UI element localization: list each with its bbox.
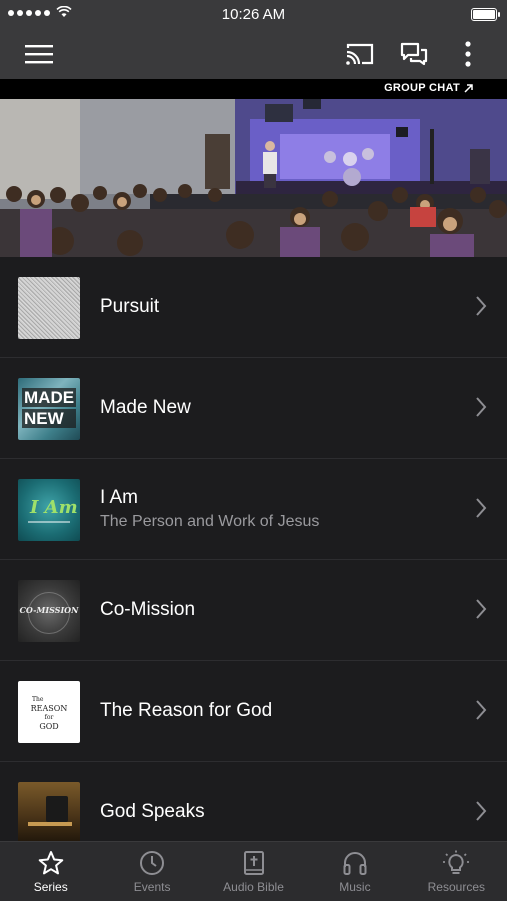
bottom-tab-bar: Series Events Audio Bible Music Resource… [0, 841, 507, 901]
status-time: 10:26 AM [221, 5, 286, 23]
tab-series[interactable]: Series [0, 842, 101, 901]
chevron-right-icon [476, 498, 487, 518]
series-thumbnail: I Am [18, 479, 80, 541]
wifi-icon [56, 6, 72, 17]
tab-label: Music [339, 880, 371, 894]
arrow-up-right-icon [464, 83, 473, 93]
tab-audio-bible[interactable]: Audio Bible [203, 842, 304, 901]
tab-label: Audio Bible [223, 880, 284, 894]
menu-button[interactable] [19, 34, 59, 74]
status-bar: 10:26 AM [0, 0, 507, 28]
series-thumbnail: CO-MISSION [18, 580, 80, 642]
tab-label: Events [133, 880, 171, 894]
thumb-text-line: CO-MISSION [19, 605, 79, 615]
clock-icon [140, 851, 165, 875]
tab-events[interactable]: Events [101, 842, 202, 901]
group-chat-label: GROUP CHAT [384, 82, 460, 94]
chevron-right-icon [476, 296, 487, 316]
tab-resources[interactable]: Resources [406, 842, 507, 901]
thumb-text-line: I Am [30, 497, 78, 518]
series-title: Made New [100, 397, 191, 418]
chevron-right-icon [476, 801, 487, 821]
series-row-reason-for-god[interactable]: The REASON for GOD The Reason for God [0, 661, 507, 762]
series-row-made-new[interactable]: MADE NEW Made New [0, 358, 507, 459]
series-title: Co-Mission [100, 599, 196, 620]
series-row-pursuit[interactable]: Pursuit [0, 257, 507, 358]
group-chat-bar: GROUP CHAT [0, 79, 507, 99]
thumb-text-line: for [44, 714, 54, 721]
group-chat-link[interactable]: GROUP CHAT [384, 82, 473, 94]
star-icon [38, 851, 64, 875]
thumb-text-line: NEW [22, 409, 77, 428]
chat-bubbles-icon [400, 42, 428, 66]
top-nav-bar [0, 28, 507, 79]
cast-icon [346, 43, 374, 65]
tab-music[interactable]: Music [304, 842, 405, 901]
series-thumbnail: The REASON for GOD [18, 681, 80, 743]
bible-icon [243, 851, 264, 875]
series-title: Pursuit [100, 296, 160, 317]
battery-icon [471, 8, 500, 21]
series-thumbnail [18, 277, 80, 339]
thumb-text-line: The [32, 696, 44, 703]
worship-service-image [0, 99, 507, 257]
thumb-text-line: GOD [39, 722, 59, 731]
signal-strength-icon [8, 10, 50, 16]
series-list: Pursuit MADE NEW Made New I Am I Am The … [0, 257, 507, 862]
chevron-right-icon [476, 397, 487, 417]
thumb-text-line: REASON [30, 704, 68, 713]
hero-image[interactable] [0, 99, 507, 257]
series-title: God Speaks [100, 801, 205, 822]
more-vertical-icon [465, 41, 471, 67]
chat-button[interactable] [394, 34, 434, 74]
series-thumbnail: MADE NEW [18, 378, 80, 440]
lightbulb-icon [443, 850, 470, 874]
chevron-right-icon [476, 700, 487, 720]
series-row-i-am[interactable]: I Am I Am The Person and Work of Jesus [0, 459, 507, 560]
headphones-icon [343, 852, 367, 875]
cast-button[interactable] [340, 34, 380, 74]
hamburger-icon [25, 45, 53, 64]
more-options-button[interactable] [448, 34, 488, 74]
series-thumbnail [18, 782, 80, 844]
tab-label: Resources [427, 880, 485, 894]
series-subtitle: The Person and Work of Jesus [100, 513, 320, 530]
series-title: I Am [100, 487, 139, 508]
tab-label: Series [33, 880, 68, 894]
chevron-right-icon [476, 599, 487, 619]
series-title: The Reason for God [100, 700, 273, 721]
thumb-text-line: MADE [22, 388, 77, 407]
series-row-co-mission[interactable]: CO-MISSION Co-Mission [0, 560, 507, 661]
